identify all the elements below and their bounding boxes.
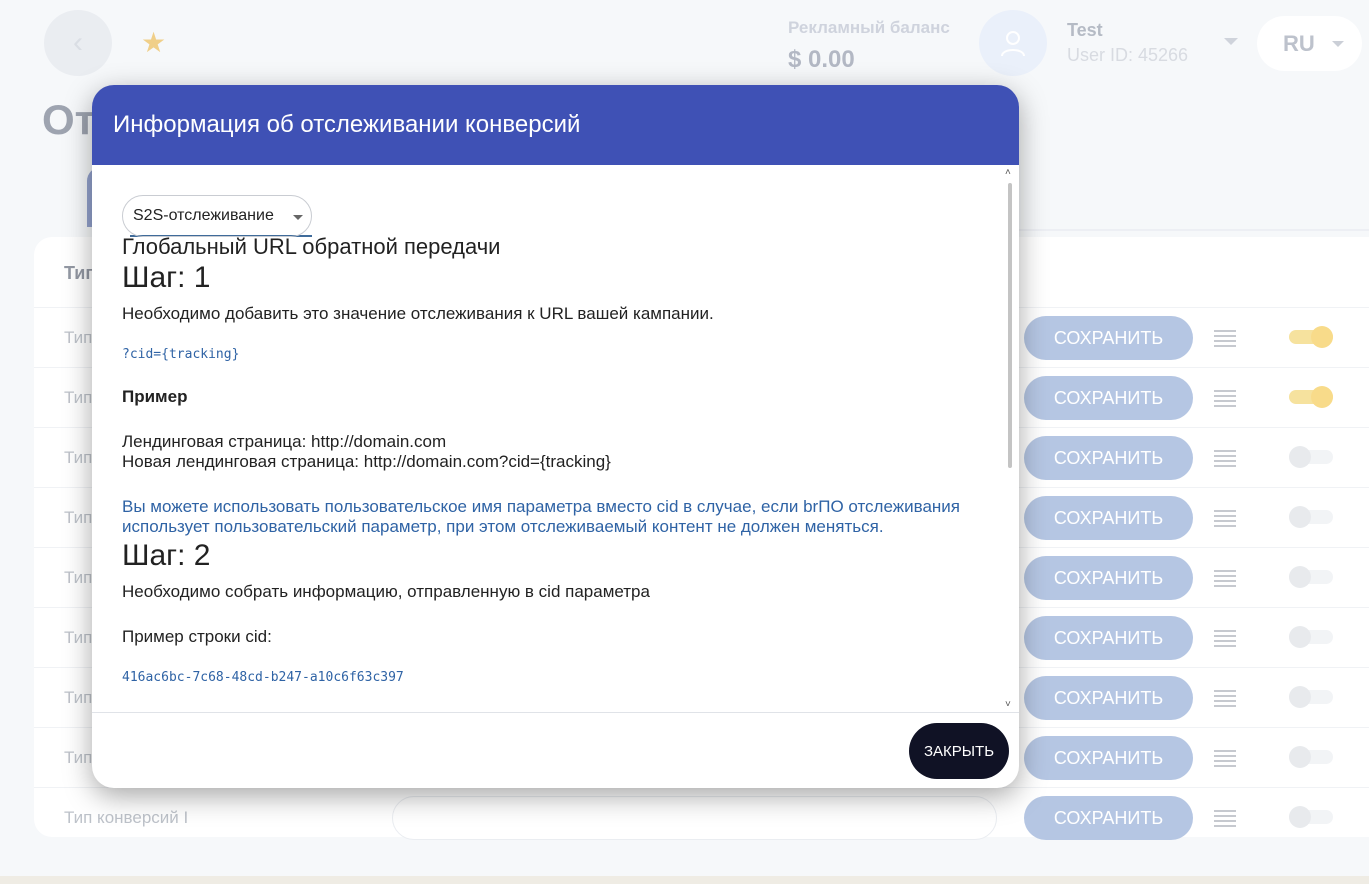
tracking-type-value: S2S-отслеживание xyxy=(133,207,274,224)
modal-scrollbar[interactable]: ˄ ˅ xyxy=(1004,165,1016,712)
global-postback-heading: Глобальный URL обратной передачи xyxy=(122,234,501,259)
scrollbar-thumb[interactable] xyxy=(1008,183,1012,468)
example-landing: Лендинговая страница: http://domain.com xyxy=(122,432,447,451)
chevron-down-icon xyxy=(293,215,303,220)
tracking-type-select[interactable]: S2S-отслеживание xyxy=(122,195,312,237)
step2-text: Необходимо собрать информацию, отправлен… xyxy=(122,582,650,601)
modal-title: Информация об отслеживании конверсий xyxy=(113,111,581,138)
cid-example-value: 416ac6bc-7c68-48cd-b247-a10c6f63c397 xyxy=(122,670,404,685)
example-label: Пример xyxy=(122,387,188,406)
close-button[interactable]: ЗАКРЫТЬ xyxy=(909,723,1009,779)
scroll-down-icon[interactable]: ˅ xyxy=(1005,699,1011,710)
modal-header: Информация об отслеживании конверсий xyxy=(92,85,1019,165)
modal-body[interactable]: S2S-отслеживание Глобальный URL обратной… xyxy=(92,165,1019,712)
modal-scroll-content: S2S-отслеживание Глобальный URL обратной… xyxy=(122,195,982,685)
step1-heading: Шаг: 1 xyxy=(122,261,211,294)
conversion-tracking-modal: Информация об отслеживании конверсий S2S… xyxy=(92,85,1019,788)
step1-text: Необходимо добавить это значение отслежи… xyxy=(122,304,714,323)
example-new-landing: Новая лендинговая страница: http://domai… xyxy=(122,452,611,471)
scroll-up-icon[interactable]: ˄ xyxy=(1005,167,1011,178)
custom-param-note: Вы можете использовать пользовательское … xyxy=(122,497,960,536)
modal-footer: ЗАКРЫТЬ xyxy=(92,712,1019,788)
step1-code: ?cid={tracking} xyxy=(122,347,240,362)
step2-heading: Шаг: 2 xyxy=(122,539,211,572)
cid-example-label: Пример строки cid: xyxy=(122,627,272,646)
